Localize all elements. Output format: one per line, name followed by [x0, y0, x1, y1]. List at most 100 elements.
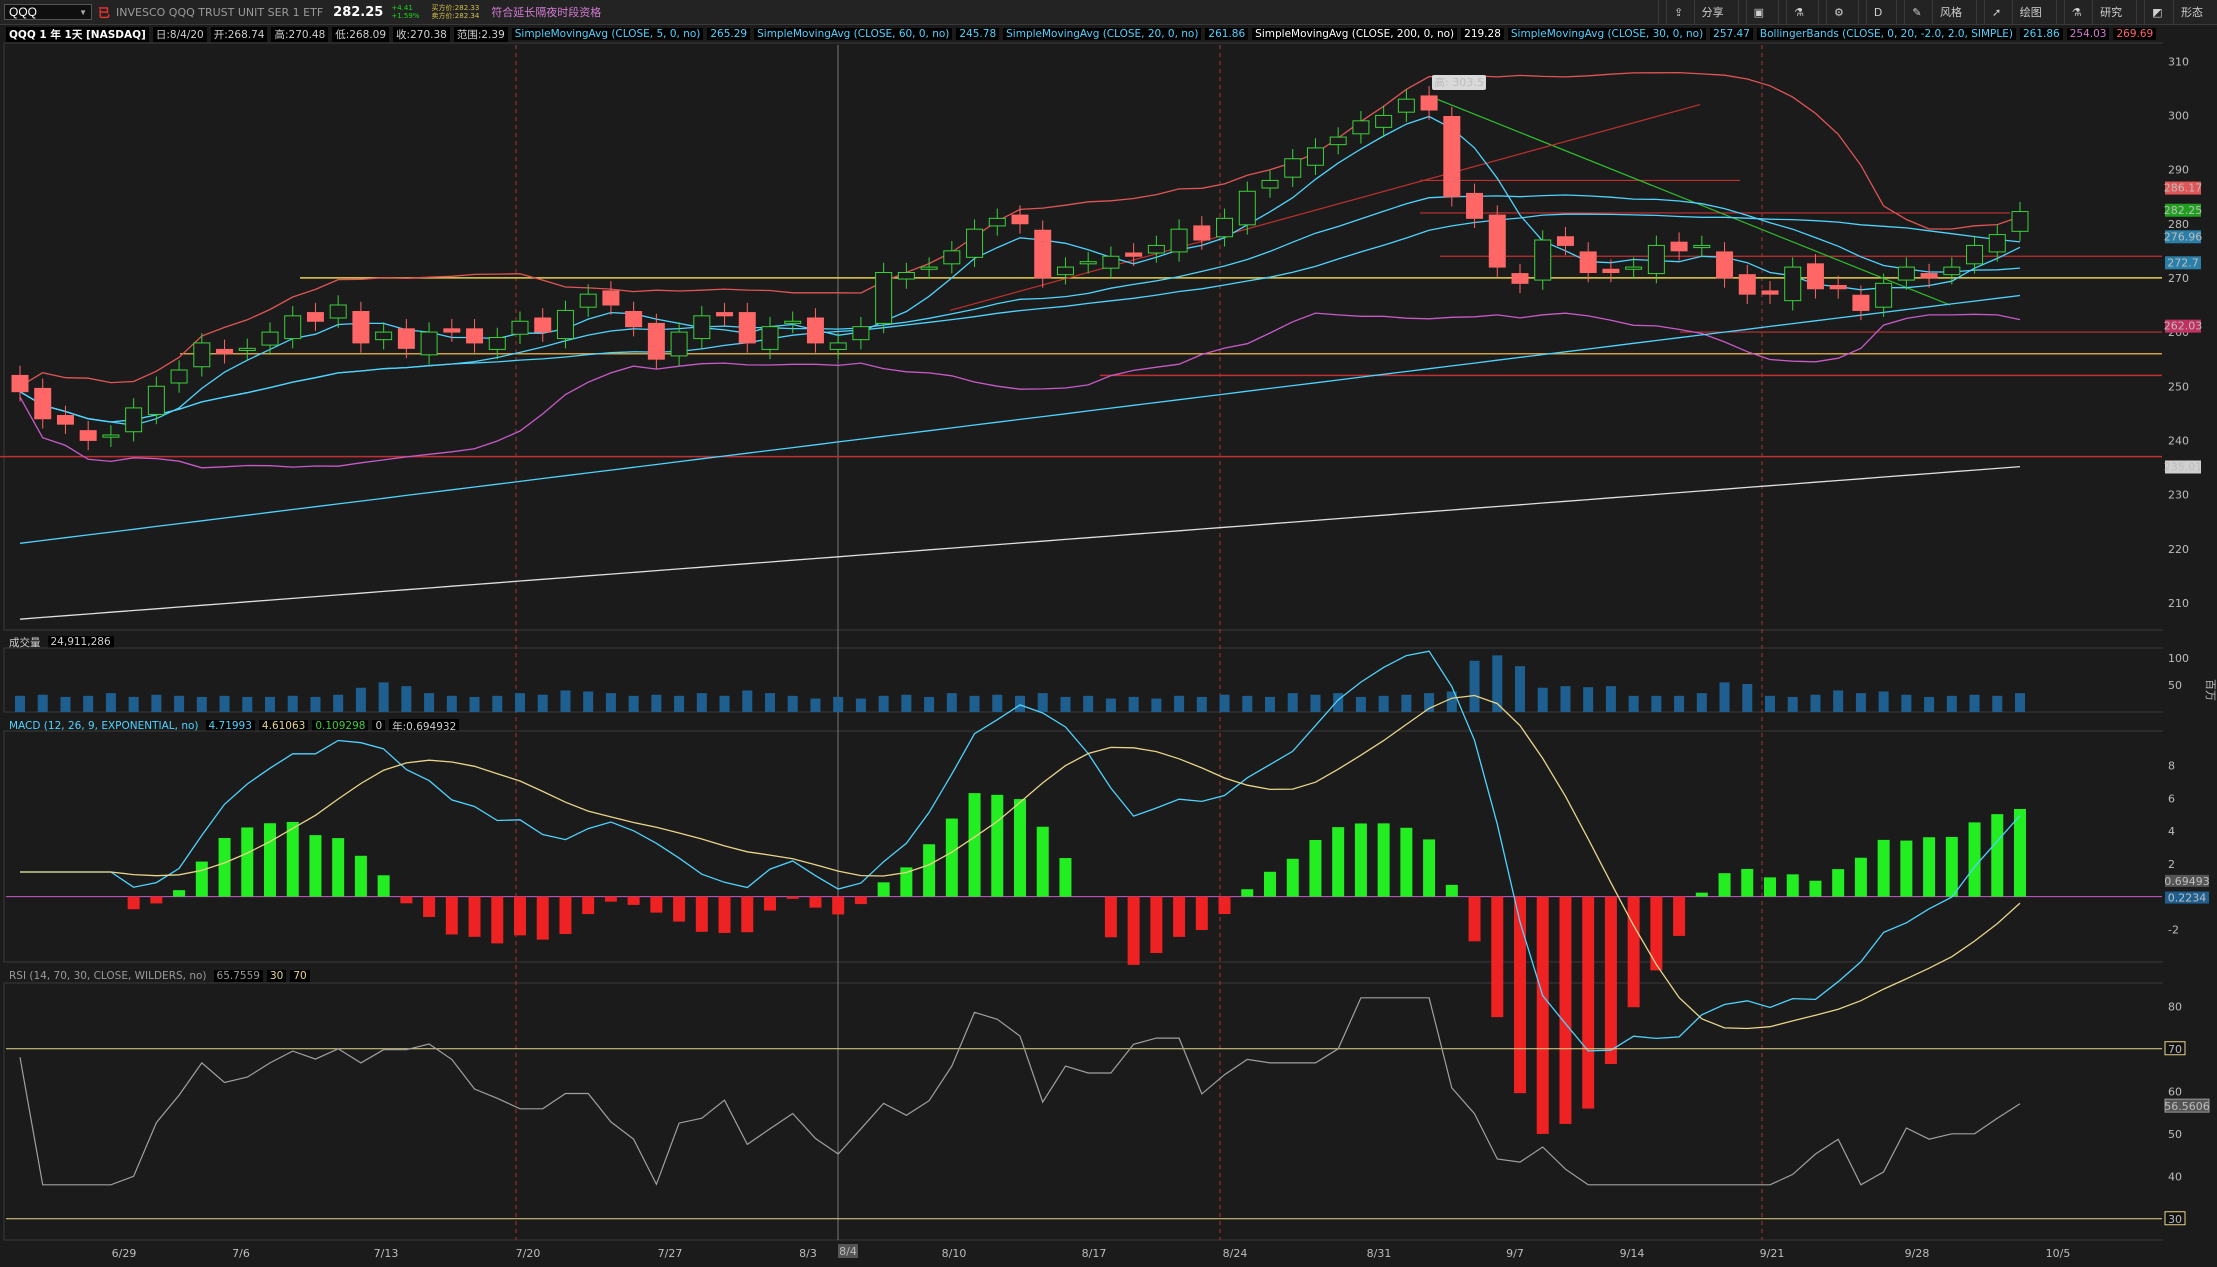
study-sma5[interactable]: SimpleMovingAvg (CLOSE, 5, 0, no)	[511, 28, 704, 40]
volume-bar	[1855, 693, 1866, 712]
price-tick-label: 240	[2168, 434, 2189, 447]
macd-histogram-bar	[1127, 896, 1140, 965]
candle-body	[488, 337, 506, 350]
volume-bar	[969, 695, 980, 712]
volume-bar	[696, 693, 707, 712]
study-bollinger[interactable]: BollingerBands (CLOSE, 0, 20, -2.0, 2.0,…	[1756, 28, 2016, 40]
rsi-tag	[2164, 1041, 2186, 1056]
macd-histogram-bar	[968, 793, 981, 897]
aggregation-button[interactable]: D	[1857, 0, 1896, 24]
x-tick-label: 9/28	[1905, 1247, 1930, 1260]
macd-histogram-bar	[1173, 896, 1186, 937]
cursor-icon: ➚	[1984, 0, 2012, 24]
study-sma30[interactable]: SimpleMovingAvg (CLOSE, 30, 0, no)	[1507, 28, 1707, 40]
x-tick-label: 8/3	[799, 1247, 817, 1260]
macd-tick-label: 8	[2168, 760, 2175, 773]
studies-button[interactable]: ⚗ 研究	[2055, 0, 2136, 24]
macd-histogram-bar	[1854, 857, 1867, 897]
macd-histogram-bar	[604, 896, 617, 902]
candle-body	[670, 331, 688, 357]
volume-bar	[1537, 687, 1548, 712]
candle-body	[1579, 251, 1597, 274]
bollinger-upper-line	[19, 71, 2021, 387]
volume-bar	[1105, 698, 1116, 712]
candle-body	[397, 328, 415, 349]
candle-body	[284, 315, 302, 340]
study-sma60[interactable]: SimpleMovingAvg (CLOSE, 60, 0, no)	[754, 28, 953, 40]
rsi-tag	[2164, 1098, 2210, 1113]
high-annotation-box	[1432, 75, 1486, 90]
macd-histogram-bar	[195, 861, 208, 897]
snapshot-button[interactable]: ▣	[1737, 0, 1778, 24]
flask-button[interactable]: ⚗	[1778, 0, 1818, 24]
macd-histogram-bar	[1718, 873, 1731, 897]
settings-button[interactable]: ⚙	[1817, 0, 1858, 24]
macd-histogram-bar	[1036, 826, 1049, 897]
chart-canvas[interactable]: 高: 303.521022023024025026027028029030031…	[0, 0, 2217, 1267]
volume-bar	[1174, 695, 1185, 712]
volume-bar	[1469, 660, 1480, 712]
candle-body	[556, 309, 574, 340]
volume-bar	[446, 695, 457, 712]
volume-label-name[interactable]: 成交量	[6, 635, 44, 650]
x-tick-label: 9/7	[1506, 1247, 1524, 1260]
ask-value: 卖方价:282.34	[431, 12, 480, 20]
patterns-button[interactable]: ◩ 形态	[2136, 0, 2217, 24]
panel-frame-2	[3, 730, 2165, 963]
macd-histogram-bar	[1650, 896, 1663, 971]
share-button[interactable]: ⇪ 分享	[1657, 0, 1738, 24]
volume-bar	[924, 696, 935, 712]
volume-bar	[1628, 695, 1639, 712]
macd-histogram-bar	[854, 896, 867, 905]
macd-histogram-bar	[718, 896, 731, 933]
candle-body	[806, 317, 824, 344]
rsi-label-name[interactable]: RSI (14, 70, 30, CLOSE, WILDERS, no)	[6, 970, 210, 982]
candle-body	[11, 374, 29, 393]
macd-histogram-bar	[445, 896, 458, 935]
high-annotation: 高: 303.5	[1434, 75, 1484, 89]
volume-bar	[219, 695, 230, 712]
candle-body	[1011, 214, 1029, 225]
symbol-input[interactable]: QQQ ▼	[4, 4, 92, 20]
candle-body	[761, 326, 779, 350]
macd-histogram-bar	[286, 821, 299, 897]
volume-bar	[992, 694, 1003, 712]
panel-frame-3	[3, 982, 2165, 1241]
candle-body	[1397, 98, 1415, 113]
x-tick-label: 7/20	[516, 1247, 541, 1260]
candle-body	[693, 315, 711, 340]
rsi-label: RSI (14, 70, 30, CLOSE, WILDERS, no) 65.…	[6, 969, 314, 983]
candle-body	[466, 328, 484, 344]
volume-bar	[287, 695, 298, 712]
chart-title[interactable]: QQQ 1 年 1天 [NASDAQ]	[6, 26, 149, 42]
volume-tick-label: 100	[2168, 652, 2189, 665]
cursor-date-label: 8/4	[839, 1245, 857, 1258]
volume-bar	[1946, 695, 1957, 712]
volume-bar	[333, 694, 344, 712]
x-tick-label: 9/21	[1760, 1247, 1785, 1260]
candle-body	[943, 250, 961, 265]
candle-body	[170, 369, 188, 384]
x-tick-label: 7/6	[232, 1247, 250, 1260]
macd-histogram-bar	[1195, 896, 1208, 931]
price-tag	[2165, 460, 2201, 474]
macd-histogram-bar	[1832, 869, 1845, 897]
price-tag-label: 235.01	[2164, 461, 2203, 474]
candle-body	[306, 312, 324, 322]
style-button[interactable]: ✎ 风格	[1896, 0, 1976, 24]
macd-label: MACD (12, 26, 9, EXPONENTIAL, no) 4.7199…	[6, 718, 463, 734]
macd-histogram-bar	[1286, 858, 1299, 897]
study-sma200[interactable]: SimpleMovingAvg (CLOSE, 200, 0, no)	[1252, 28, 1458, 40]
price-tick-label: 310	[2168, 55, 2189, 68]
candle-body	[738, 312, 756, 344]
volume-bar	[583, 691, 594, 712]
macd-label-name[interactable]: MACD (12, 26, 9, EXPONENTIAL, no)	[6, 720, 202, 732]
chevron-down-icon[interactable]: ▼	[79, 8, 87, 17]
macd-tag	[2165, 891, 2209, 904]
rsi-tag-label: 56.5606	[2164, 1100, 2210, 1113]
macd-histogram-bar	[559, 896, 572, 934]
candle-body	[1806, 263, 1824, 290]
drawing-button[interactable]: ➚ 绘图	[1976, 0, 2056, 24]
candle-body	[1693, 244, 1711, 249]
study-sma20[interactable]: SimpleMovingAvg (CLOSE, 20, 0, no)	[1003, 28, 1202, 40]
